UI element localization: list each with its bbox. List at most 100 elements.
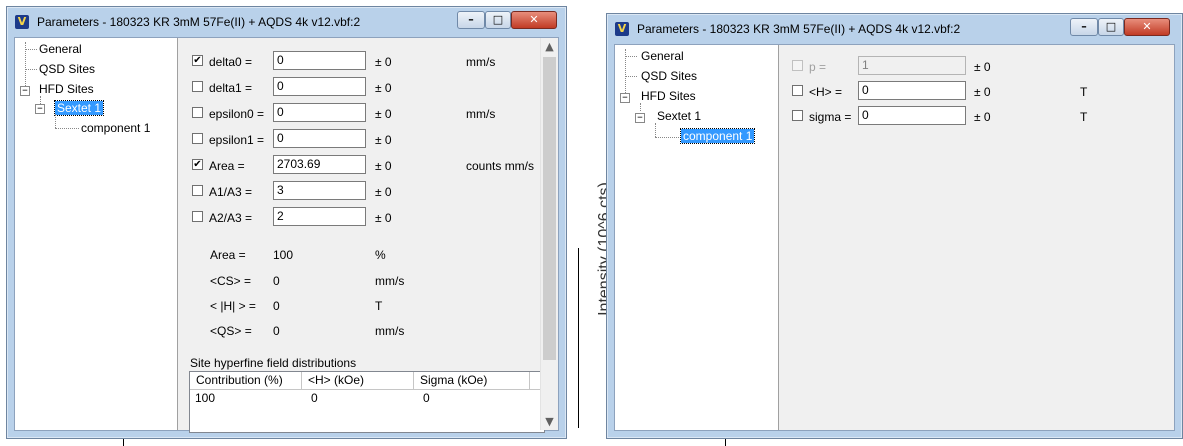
tree-line (25, 69, 37, 70)
column-header-contribution[interactable]: Contribution (%) (190, 372, 302, 389)
maximize-icon: □ (1105, 20, 1117, 33)
maximize-button[interactable]: □ (485, 11, 511, 29)
param-error: ± 0 (974, 85, 991, 99)
param-value-input[interactable]: 0 (273, 103, 366, 122)
param-error: ± 0 (375, 81, 392, 95)
param-unit: T (1080, 85, 1088, 99)
param-error: ± 0 (974, 110, 991, 124)
param-error: ± 0 (375, 159, 392, 173)
tree-line (640, 103, 641, 111)
param-value-input[interactable]: 2 (273, 207, 366, 226)
tree-node-hfd-sites[interactable]: HFD Sites (39, 82, 94, 96)
fit-checkbox[interactable] (192, 81, 203, 92)
vertical-scrollbar[interactable]: ▲ ▼ (540, 38, 558, 430)
parameters-window-sextet: V Parameters - 180323 KR 3mM 57Fe(II) + … (6, 6, 567, 439)
param-label: sigma = (809, 110, 852, 124)
tree-node-component-1[interactable]: component 1 (81, 121, 150, 135)
scrollbar-thumb[interactable] (543, 57, 556, 360)
fit-checkbox[interactable] (192, 133, 203, 144)
stat-value: 0 (273, 324, 280, 338)
param-unit: mm/s (466, 107, 496, 121)
tree-line (25, 49, 37, 50)
parameter-list: ✔ delta0 = 0 ± 0 mm/s delta1 = 0 ± 0 eps… (178, 38, 545, 433)
maximize-icon: □ (492, 13, 504, 26)
table-cell: 100 (195, 391, 216, 405)
scroll-up-icon[interactable]: ▲ (541, 38, 558, 55)
param-label: Area = (209, 159, 245, 173)
tree-line (55, 128, 79, 129)
minimize-icon: – (468, 13, 474, 26)
collapse-icon[interactable]: − (20, 86, 30, 96)
param-unit: counts mm/s (466, 159, 535, 173)
tree-node-qsd-sites[interactable]: QSD Sites (39, 62, 95, 76)
fit-checkbox[interactable]: ✔ (192, 55, 203, 66)
scroll-down-icon[interactable]: ▼ (541, 413, 558, 430)
fit-checkbox[interactable] (792, 60, 803, 71)
tree-node-sextet-1[interactable]: Sextet 1 (657, 109, 701, 123)
param-value-input[interactable]: 2703.69 (273, 155, 366, 174)
site-tree[interactable]: General QSD Sites − HFD Sites − Sextet 1… (15, 38, 178, 430)
tree-line (655, 137, 679, 138)
tree-node-general[interactable]: General (641, 49, 684, 63)
stat-unit: T (375, 299, 383, 313)
param-label: A2/A3 = (209, 211, 253, 225)
fit-checkbox[interactable] (192, 185, 203, 196)
close-button[interactable]: ✕ (1124, 18, 1170, 36)
stat-unit: % (375, 248, 386, 262)
param-value-input[interactable]: 0 (273, 77, 366, 96)
param-value-input[interactable]: 0 (858, 106, 966, 125)
param-value-input[interactable]: 3 (273, 181, 366, 200)
stat-value: 100 (273, 248, 294, 262)
table-cell: 0 (423, 391, 430, 405)
stat-value: 0 (273, 299, 280, 313)
site-tree[interactable]: General QSD Sites − HFD Sites − Sextet 1… (615, 45, 779, 430)
stat-unit: mm/s (375, 274, 405, 288)
column-header-h[interactable]: <H> (kOe) (302, 372, 414, 389)
minimize-button[interactable]: – (457, 11, 485, 29)
window-title: Parameters - 180323 KR 3mM 57Fe(II) + AQ… (637, 22, 961, 36)
tree-line (40, 96, 41, 104)
param-value-input[interactable]: 0 (858, 81, 966, 100)
stat-value: 0 (273, 274, 280, 288)
tree-node-qsd-sites[interactable]: QSD Sites (641, 69, 697, 83)
fit-checkbox[interactable] (792, 110, 803, 121)
tree-node-component-1[interactable]: component 1 (679, 128, 756, 144)
param-value-input[interactable]: 1 (858, 56, 966, 75)
stat-label: <QS> = (210, 324, 252, 338)
close-button[interactable]: ✕ (511, 11, 557, 29)
param-error: ± 0 (375, 211, 392, 225)
distributions-table[interactable]: Contribution (%) <H> (kOe) Sigma (kOe) 1… (189, 371, 545, 433)
fit-checkbox[interactable] (192, 211, 203, 222)
stat-label: Area = (210, 248, 246, 262)
maximize-button[interactable]: □ (1098, 18, 1124, 36)
collapse-icon[interactable]: − (620, 93, 630, 103)
param-label: p = (809, 60, 827, 74)
fit-checkbox[interactable]: ✔ (192, 159, 203, 170)
param-label: epsilon1 = (209, 133, 265, 147)
collapse-icon[interactable]: − (635, 113, 645, 123)
background-axis-line (578, 248, 579, 428)
tree-line (625, 76, 637, 77)
distributions-caption: Site hyperfine field distributions (190, 356, 357, 370)
param-error: ± 0 (375, 185, 392, 199)
title-bar[interactable]: V Parameters - 180323 KR 3mM 57Fe(II) + … (607, 14, 1182, 43)
param-error: ± 0 (974, 60, 991, 74)
tree-node-general[interactable]: General (39, 42, 82, 56)
collapse-icon[interactable]: − (35, 104, 45, 114)
tree-line (55, 114, 56, 128)
param-value-input[interactable]: 0 (273, 129, 366, 148)
minimize-button[interactable]: – (1070, 18, 1098, 36)
param-label: epsilon0 = (209, 107, 265, 121)
tree-node-hfd-sites[interactable]: HFD Sites (641, 89, 696, 103)
param-value-input[interactable]: 0 (273, 51, 366, 70)
tree-line (655, 123, 656, 137)
param-label: <H> = (809, 85, 843, 99)
title-bar[interactable]: V Parameters - 180323 KR 3mM 57Fe(II) + … (7, 7, 566, 36)
fit-checkbox[interactable] (192, 107, 203, 118)
column-header-sigma[interactable]: Sigma (kOe) (414, 372, 530, 389)
fit-checkbox[interactable] (792, 85, 803, 96)
tree-line (625, 56, 637, 57)
table-header: Contribution (%) <H> (kOe) Sigma (kOe) (190, 372, 544, 390)
tree-node-sextet-1[interactable]: Sextet 1 (53, 100, 105, 116)
param-error: ± 0 (375, 55, 392, 69)
